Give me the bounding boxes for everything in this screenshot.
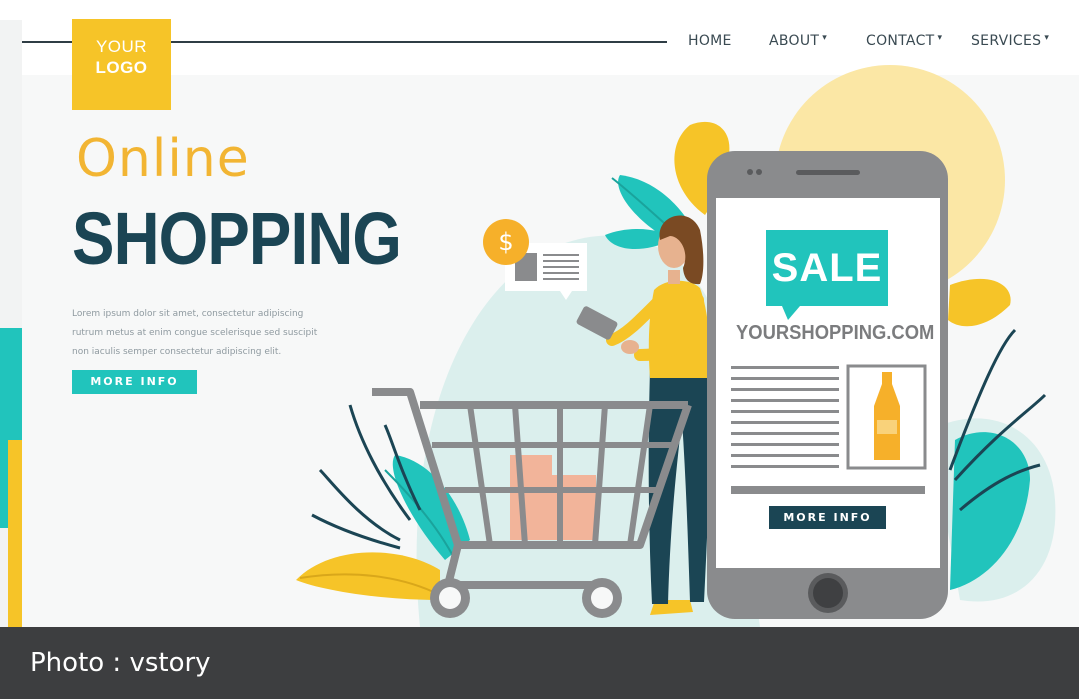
landing-page-image: YOUR LOGO HOME ABOUT ▾ CONTACT ▾ SERVICES ▾ [0, 0, 1079, 627]
stage: YOUR LOGO HOME ABOUT ▾ CONTACT ▾ SERVICES ▾ [0, 0, 1079, 699]
sale-label: SALE [771, 246, 883, 290]
photo-credit-bar: Photo : vstory [0, 627, 1079, 699]
hero-body-line: Lorem ipsum dolor sit amet, consectetur … [72, 309, 304, 319]
hero-body-text: Lorem ipsum dolor sit amet, consectetur … [72, 305, 342, 362]
photo-credit-text: Photo : vstory [30, 648, 211, 678]
phone-more-info-button[interactable]: MORE INFO [769, 506, 886, 529]
dollar-sign: $ [498, 228, 514, 256]
hero-body-line: non iaculis semper consectetur adipiscin… [72, 347, 282, 357]
phone-site-url: YOURSHOPPING.COM [736, 322, 935, 344]
hero-title-shopping: SHOPPING [72, 197, 402, 280]
hero-title-online: Online [76, 129, 250, 189]
hero-body-line: rutrum metus at enim congue scelerisque … [72, 328, 318, 338]
smartphone-icon [707, 151, 948, 619]
more-info-button[interactable]: MORE INFO [72, 370, 197, 394]
